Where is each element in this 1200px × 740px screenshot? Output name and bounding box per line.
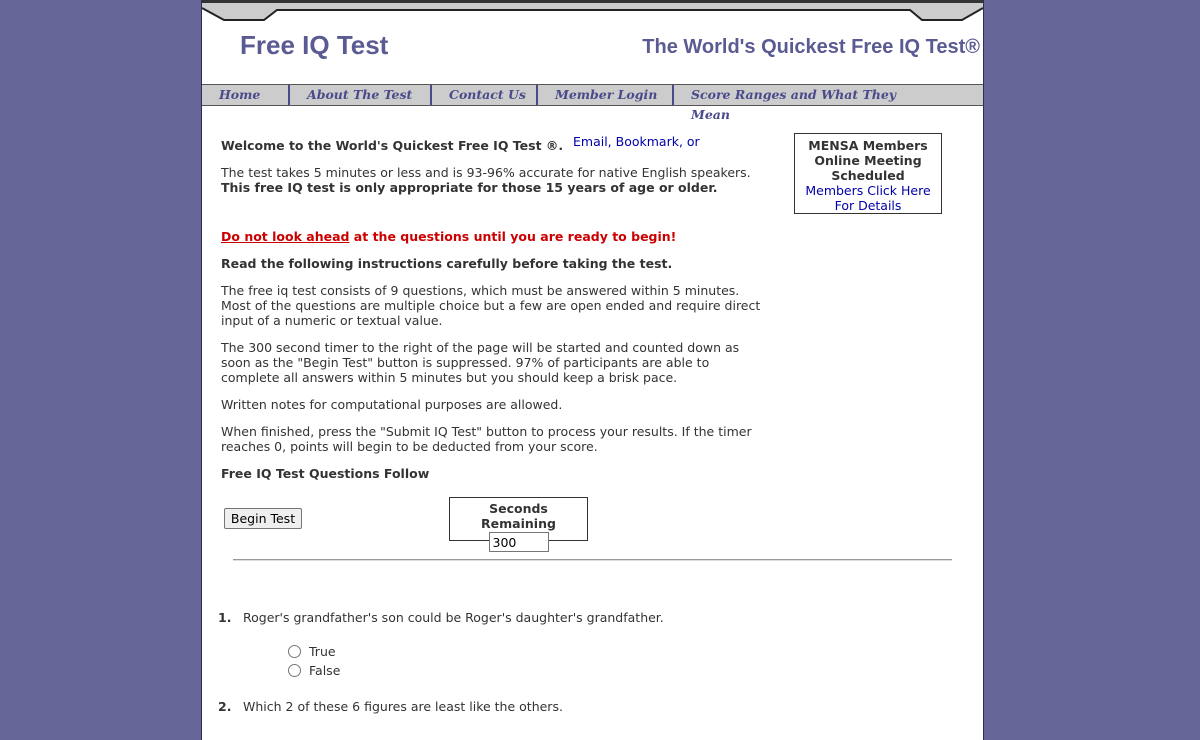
questions-follow-heading: Free IQ Test Questions Follow xyxy=(221,466,430,481)
mensa-box: MENSA Members Online Meeting Scheduled M… xyxy=(794,133,942,214)
mensa-line-1: MENSA Members xyxy=(808,138,928,153)
question-2-text: Which 2 of these 6 figures are least lik… xyxy=(243,699,563,714)
header-decoration xyxy=(202,0,983,21)
timer-label: Seconds Remaining xyxy=(481,501,556,531)
begin-test-button[interactable]: Begin Test xyxy=(224,508,302,529)
mensa-line-3: Scheduled xyxy=(831,168,905,183)
duration-text: The test takes 5 minutes or less and is … xyxy=(221,165,751,180)
question-1-option-true[interactable]: True xyxy=(288,644,336,659)
nav-home[interactable]: Home xyxy=(202,85,290,105)
option-false-label: False xyxy=(309,663,341,678)
nav-contact-us[interactable]: Contact Us xyxy=(432,85,538,105)
mensa-members-link[interactable]: Members Click Here xyxy=(795,183,941,198)
timer-box: Seconds Remaining xyxy=(449,497,588,552)
question-1-text: Roger's grandfather's son could be Roger… xyxy=(243,610,664,625)
radio-true[interactable] xyxy=(288,645,301,658)
warning-line: Do not look ahead at the questions until… xyxy=(221,229,676,244)
mensa-line-2: Online Meeting xyxy=(814,153,922,168)
instructions-paragraph-3: Written notes for computational purposes… xyxy=(221,397,563,412)
read-instructions: Read the following instructions carefull… xyxy=(221,256,673,271)
question-1-number: 1. xyxy=(218,610,232,625)
seconds-remaining-input[interactable] xyxy=(488,532,549,552)
mensa-details-link[interactable]: For Details xyxy=(795,198,941,213)
site-tagline: The World's Quickest Free IQ Test® xyxy=(642,36,980,58)
do-not-look-ahead-link[interactable]: Do not look ahead xyxy=(221,229,349,244)
welcome-text: Welcome to the World's Quickest Free IQ … xyxy=(221,138,564,153)
duration-paragraph: The test takes 5 minutes or less and is … xyxy=(221,165,773,195)
share-links[interactable]: Email, Bookmark, or xyxy=(573,134,700,149)
site-title: Free IQ Test xyxy=(240,30,389,60)
nav-member-login[interactable]: Member Login xyxy=(538,85,674,105)
question-2-number: 2. xyxy=(218,699,232,714)
age-note: This free IQ test is only appropriate fo… xyxy=(221,180,718,195)
instructions-paragraph-1: The free iq test consists of 9 questions… xyxy=(221,283,761,328)
main-nav: Home About The Test Contact Us Member Lo… xyxy=(202,84,983,122)
section-divider xyxy=(233,559,952,561)
instructions-paragraph-4: When finished, press the "Submit IQ Test… xyxy=(221,424,752,454)
nav-about-test[interactable]: About The Test xyxy=(290,85,432,105)
nav-score-ranges[interactable]: Score Ranges and What They Mean xyxy=(674,85,934,122)
instructions-paragraph-2: The 300 second timer to the right of the… xyxy=(221,340,740,385)
question-1-option-false[interactable]: False xyxy=(288,663,340,678)
page-container: Free IQ Test The World's Quickest Free I… xyxy=(201,0,984,740)
option-true-label: True xyxy=(309,644,336,659)
radio-false[interactable] xyxy=(288,664,301,677)
warning-rest: at the questions until you are ready to … xyxy=(349,229,677,244)
